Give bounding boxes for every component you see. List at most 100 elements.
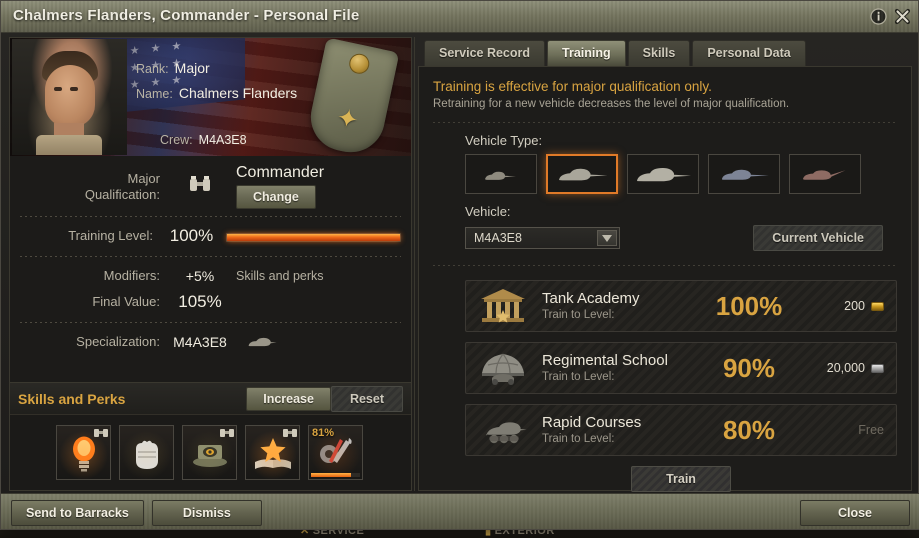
name-value: Chalmers Flanders	[178, 85, 298, 101]
screen: ✕ SERVICE ▮ EXTERIOR Chalmers Flanders, Co…	[0, 0, 919, 538]
skills-title: Skills and Perks	[18, 390, 126, 407]
window-title: Chalmers Flanders, Commander - Personal …	[13, 7, 360, 24]
vehicle-type-light[interactable]	[465, 154, 537, 194]
gold-coin-icon	[871, 301, 884, 311]
tab-service-record[interactable]: Service Record	[424, 40, 546, 66]
send-to-barracks-button[interactable]: Send to Barracks	[11, 500, 144, 526]
option-level: 90%	[722, 352, 776, 383]
tab-personal-data[interactable]: Personal Data	[692, 40, 806, 66]
training-tab-content: Training is effective for major qualific…	[418, 66, 912, 492]
name-row: Name: Chalmers Flanders	[136, 85, 297, 101]
window-controls	[870, 8, 911, 25]
qualification-row: Major Qualification: Commander Change	[20, 164, 401, 209]
final-value-label: Final Value:	[92, 294, 160, 309]
training-option-regimental-school[interactable]: Regimental School Train to Level: 90% 20…	[465, 342, 897, 394]
skill-progress-label: 81%	[312, 427, 335, 439]
option-cost: 20,000	[804, 361, 896, 375]
panel-divider	[414, 37, 415, 491]
name-label: Name:	[136, 87, 173, 101]
vehicle-select[interactable]: M4A3E8	[465, 227, 620, 249]
training-progress-bar	[226, 232, 401, 242]
skill-slot-repairs[interactable]: 81%	[308, 425, 363, 480]
info-icon[interactable]	[870, 8, 887, 25]
skill-slot-eagle-eye[interactable]	[245, 425, 300, 480]
vehicle-selected-value: M4A3E8	[474, 231, 522, 245]
medium-tank-icon	[248, 338, 277, 347]
option-name: Rapid Courses	[542, 414, 642, 431]
skill-slot-brothers-in-arms[interactable]	[119, 425, 174, 480]
training-option-text: Tank Academy Train to Level:	[532, 290, 694, 322]
role-name: Commander	[236, 164, 325, 181]
close-button[interactable]: Close	[800, 500, 910, 526]
skill-progress-bar	[311, 473, 360, 477]
title-bar: Chalmers Flanders, Commander - Personal …	[1, 1, 918, 33]
change-button[interactable]: Change	[236, 185, 316, 209]
train-button-wrap: Train	[465, 466, 897, 492]
vehicle-type-tank-destroyer[interactable]	[708, 154, 780, 194]
vehicle-type-medium[interactable]	[546, 154, 618, 194]
notice-main: Training is effective for major qualific…	[433, 79, 712, 94]
crew-header: ★★★★★★★★★★★★★★★ Rank: Major	[10, 38, 411, 156]
current-vehicle-button[interactable]: Current Vehicle	[753, 225, 883, 251]
vehicle-type-section: Vehicle Type:	[419, 123, 911, 194]
specialization-value: M4A3E8	[173, 334, 227, 350]
epaulette-button-icon	[347, 51, 372, 76]
close-icon[interactable]	[894, 8, 911, 25]
vehicle-row: M4A3E8 Current Vehicle	[465, 225, 897, 251]
training-option-rapid-courses[interactable]: Rapid Courses Train to Level: 80% Free	[465, 404, 897, 456]
chevron-down-icon[interactable]	[597, 230, 617, 246]
details-panel: Service Record Training Skills Personal …	[418, 37, 912, 492]
option-cost-value: 20,000	[826, 361, 865, 375]
option-name: Tank Academy	[542, 290, 640, 307]
dialog-footer: Send to Barracks Dismiss Close	[1, 493, 919, 529]
binoculars-icon	[94, 429, 108, 437]
heavy-tank-icon	[637, 167, 691, 182]
vehicle-type-spg[interactable]	[789, 154, 861, 194]
binoculars-icon	[220, 429, 234, 437]
binoculars-icon	[190, 176, 210, 191]
skill-slot-sixth-sense[interactable]	[56, 425, 111, 480]
dismiss-button[interactable]: Dismiss	[151, 500, 262, 526]
final-value-value: 105%	[178, 292, 222, 311]
option-level: 100%	[715, 290, 783, 321]
vehicle-type-label: Vehicle Type:	[465, 133, 543, 148]
vehicle-type-heavy[interactable]	[627, 154, 699, 194]
tab-training[interactable]: Training	[547, 40, 626, 66]
divider-2	[20, 256, 401, 257]
divider-1	[20, 216, 401, 217]
training-option-text: Regimental School Train to Level:	[532, 352, 694, 384]
option-cost-value: 200	[844, 299, 865, 313]
tab-bar: Service Record Training Skills Personal …	[418, 37, 912, 66]
vehicle-label: Vehicle:	[465, 204, 511, 219]
qualification-value-cell: Commander Change	[230, 164, 401, 209]
skill-slot-recon[interactable]	[182, 425, 237, 480]
rank-label: Rank:	[136, 62, 169, 76]
training-option-tank-academy[interactable]: Tank Academy Train to Level: 100% 200	[465, 280, 897, 332]
training-level-row: Training Level: 100%	[20, 223, 401, 249]
training-level-bar-cell	[220, 232, 401, 242]
crew-label: Crew:	[160, 133, 193, 147]
option-level: 80%	[722, 414, 776, 445]
final-value-row: Final Value: 105%	[20, 289, 401, 315]
increase-button[interactable]: Increase	[246, 386, 331, 411]
dialog-body: ★★★★★★★★★★★★★★★ Rank: Major	[1, 33, 918, 495]
crew-vehicle-row: Crew: M4A3E8	[160, 133, 247, 147]
skills-and-perks-section: Skills and Perks Increase Reset 81%	[10, 382, 411, 490]
train-button[interactable]: Train	[631, 466, 731, 492]
training-option-text: Rapid Courses Train to Level:	[532, 414, 694, 446]
qualification-icon-cell	[170, 175, 230, 198]
reset-button[interactable]: Reset	[330, 385, 403, 412]
crew-value: M4A3E8	[198, 133, 247, 147]
skills-header: Skills and Perks Increase Reset	[10, 383, 411, 415]
modifiers-note: Skills and perks	[236, 269, 324, 283]
option-name: Regimental School	[542, 352, 668, 369]
vehicle-section: Vehicle: M4A3E8 Current Vehicle	[419, 194, 911, 251]
academy-building-icon	[474, 284, 532, 328]
light-tank-icon	[485, 171, 516, 180]
option-sub: Train to Level:	[542, 433, 615, 445]
tab-skills[interactable]: Skills	[627, 40, 691, 66]
tank-destroyer-icon	[722, 169, 769, 180]
modifiers-label: Modifiers:	[103, 268, 160, 283]
training-notice: Training is effective for major qualific…	[419, 67, 911, 110]
personal-file-window: Chalmers Flanders, Commander - Personal …	[0, 0, 919, 530]
